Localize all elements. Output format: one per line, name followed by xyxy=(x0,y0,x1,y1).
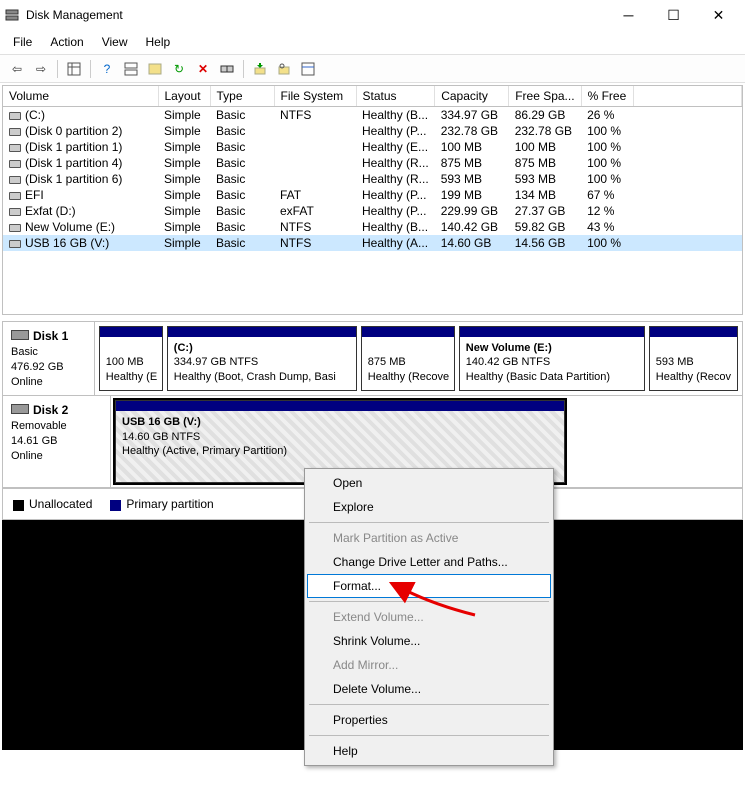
app-icon xyxy=(4,7,20,23)
close-button[interactable]: ✕ xyxy=(696,1,741,29)
disk-icon xyxy=(11,404,29,414)
disk-info[interactable]: Disk 1 Basic 476.92 GB Online xyxy=(3,322,95,395)
partition[interactable]: 593 MBHealthy (Recov xyxy=(649,326,738,391)
table-row[interactable]: Exfat (D:)SimpleBasicexFATHealthy (P...2… xyxy=(3,203,742,219)
table-row[interactable]: (Disk 0 partition 2)SimpleBasicHealthy (… xyxy=(3,123,742,139)
volume-icon xyxy=(9,160,21,168)
menu-action[interactable]: Action xyxy=(41,32,92,52)
volume-icon xyxy=(9,208,21,216)
partition[interactable]: 100 MBHealthy (E xyxy=(99,326,163,391)
maximize-button[interactable]: ☐ xyxy=(651,1,696,29)
partition-icon[interactable] xyxy=(216,58,238,80)
volume-icon xyxy=(9,112,21,120)
table-row[interactable]: EFISimpleBasicFATHealthy (P...199 MB134 … xyxy=(3,187,742,203)
back-icon[interactable]: ⇦ xyxy=(6,58,28,80)
col-status[interactable]: Status xyxy=(356,86,435,107)
volume-icon xyxy=(9,176,21,184)
cm-help[interactable]: Help xyxy=(307,739,551,763)
cm-change-letter[interactable]: Change Drive Letter and Paths... xyxy=(307,550,551,574)
settings-icon[interactable] xyxy=(144,58,166,80)
partition[interactable]: (C:)334.97 GB NTFSHealthy (Boot, Crash D… xyxy=(167,326,357,391)
table-header-row[interactable]: Volume Layout Type File System Status Ca… xyxy=(3,86,742,107)
properties-icon[interactable] xyxy=(297,58,319,80)
cm-explore[interactable]: Explore xyxy=(307,495,551,519)
disk-row: Disk 1 Basic 476.92 GB Online 100 MBHeal… xyxy=(3,322,742,396)
cm-extend: Extend Volume... xyxy=(307,605,551,629)
col-type[interactable]: Type xyxy=(210,86,274,107)
col-pct[interactable]: % Free xyxy=(581,86,633,107)
cm-delete[interactable]: Delete Volume... xyxy=(307,677,551,701)
volume-icon xyxy=(9,224,21,232)
layout-icon[interactable] xyxy=(120,58,142,80)
partition[interactable]: New Volume (E:)140.42 GB NTFSHealthy (Ba… xyxy=(459,326,645,391)
cm-properties[interactable]: Properties xyxy=(307,708,551,732)
legend-swatch-primary xyxy=(110,500,121,511)
col-fs[interactable]: File System xyxy=(274,86,356,107)
menubar: File Action View Help xyxy=(0,30,745,55)
col-volume[interactable]: Volume xyxy=(3,86,158,107)
menu-help[interactable]: Help xyxy=(137,32,180,52)
menu-view[interactable]: View xyxy=(93,32,137,52)
titlebar: Disk Management ─ ☐ ✕ xyxy=(0,0,745,30)
details-icon[interactable] xyxy=(63,58,85,80)
partition[interactable]: 875 MBHealthy (Recove xyxy=(361,326,455,391)
col-layout[interactable]: Layout xyxy=(158,86,210,107)
menu-file[interactable]: File xyxy=(4,32,41,52)
toolbar: ⇦ ⇨ ? ↻ ✕ xyxy=(0,55,745,83)
table-row[interactable]: USB 16 GB (V:)SimpleBasicNTFSHealthy (A.… xyxy=(3,235,742,251)
cm-format[interactable]: Format... xyxy=(307,574,551,598)
help-icon[interactable]: ? xyxy=(96,58,118,80)
minimize-button[interactable]: ─ xyxy=(606,1,651,29)
disk-info[interactable]: Disk 2 Removable 14.61 GB Online xyxy=(3,396,111,487)
forward-icon[interactable]: ⇨ xyxy=(30,58,52,80)
table-row[interactable]: (Disk 1 partition 6)SimpleBasicHealthy (… xyxy=(3,171,742,187)
table-row[interactable]: (C:)SimpleBasicNTFSHealthy (B...334.97 G… xyxy=(3,107,742,124)
window-title: Disk Management xyxy=(26,8,606,22)
table-row[interactable]: (Disk 1 partition 4)SimpleBasicHealthy (… xyxy=(3,155,742,171)
table-row[interactable]: (Disk 1 partition 1)SimpleBasicHealthy (… xyxy=(3,139,742,155)
volume-list: Volume Layout Type File System Status Ca… xyxy=(2,85,743,315)
cm-mark-active: Mark Partition as Active xyxy=(307,526,551,550)
volume-icon xyxy=(9,240,21,248)
cm-shrink[interactable]: Shrink Volume... xyxy=(307,629,551,653)
cm-open[interactable]: Open xyxy=(307,471,551,495)
table-row[interactable]: New Volume (E:)SimpleBasicNTFSHealthy (B… xyxy=(3,219,742,235)
col-capacity[interactable]: Capacity xyxy=(435,86,509,107)
delete-icon[interactable]: ✕ xyxy=(192,58,214,80)
cm-mirror: Add Mirror... xyxy=(307,653,551,677)
context-menu: Open Explore Mark Partition as Active Ch… xyxy=(304,468,554,766)
volume-icon xyxy=(9,128,21,136)
refresh-icon[interactable]: ↻ xyxy=(168,58,190,80)
col-free[interactable]: Free Spa... xyxy=(509,86,581,107)
disk-icon xyxy=(11,330,29,340)
volume-icon xyxy=(9,144,21,152)
legend-swatch-unallocated xyxy=(13,500,24,511)
action-icon[interactable] xyxy=(249,58,271,80)
search-icon[interactable] xyxy=(273,58,295,80)
volume-icon xyxy=(9,192,21,200)
